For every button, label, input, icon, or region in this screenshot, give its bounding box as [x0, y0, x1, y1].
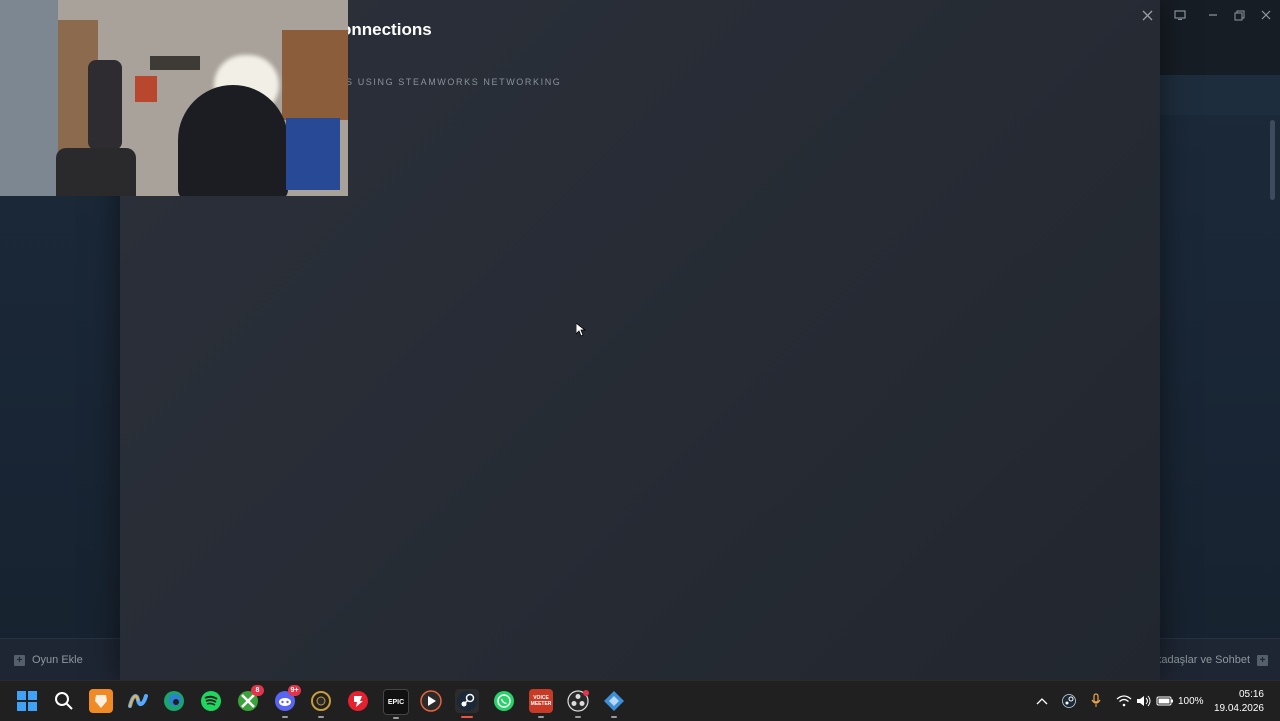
steam-subbar	[1160, 75, 1280, 115]
clock-date: 19.04.2026	[1213, 703, 1264, 714]
battery-icon	[1156, 696, 1173, 706]
snipping-tool-icon[interactable]	[602, 689, 626, 718]
discord-icon[interactable]: 9+	[273, 685, 301, 718]
whatsapp-icon[interactable]	[492, 689, 516, 713]
wifi-icon[interactable]	[1116, 681, 1132, 721]
epic-games-icon[interactable]: EPIC	[383, 689, 409, 719]
steam-icon[interactable]	[455, 689, 479, 718]
discord-badge: 9+	[288, 685, 301, 696]
voicemeeter-label: VOICE MEETER	[530, 695, 552, 707]
add-game-button[interactable]: + Oyun Ekle	[14, 639, 83, 681]
add-game-label: Oyun Ekle	[32, 654, 83, 666]
voicemeeter-icon[interactable]: VOICE MEETER	[529, 689, 553, 718]
microphone-icon[interactable]	[1090, 681, 1102, 721]
epic-games-label: EPIC	[387, 698, 405, 706]
razer-icon[interactable]	[346, 689, 370, 713]
friends-add-icon: +	[1257, 654, 1268, 666]
plus-icon: +	[14, 654, 25, 666]
close-window-icon[interactable]	[1256, 6, 1276, 24]
show-hidden-icons[interactable]	[1036, 681, 1048, 721]
friends-chat-label: kadaşlar ve Sohbet	[1155, 654, 1250, 666]
search-icon[interactable]	[52, 689, 76, 713]
obs-icon[interactable]	[566, 689, 590, 718]
media-player-icon[interactable]	[419, 689, 443, 713]
spotify-icon[interactable]	[199, 689, 223, 713]
dialog-title: onnections	[341, 20, 432, 39]
dialog-subtitle: S USING STEAMWORKS NETWORKING	[346, 77, 562, 87]
friends-chat-button[interactable]: kadaşlar ve Sohbet +	[1156, 639, 1268, 681]
battery-percent: 100%	[1178, 695, 1204, 707]
volume-icon[interactable]	[1136, 681, 1152, 721]
windows-taskbar: 8 9+ EPIC VOICE MEETER 100% 05:16 19.04.…	[0, 680, 1280, 721]
battery-indicator[interactable]: 100%	[1156, 681, 1204, 721]
webcam-overlay	[0, 0, 348, 196]
xbox-badge: 8	[251, 685, 264, 696]
edge-icon[interactable]	[162, 689, 186, 713]
windows-start-icon[interactable]	[15, 689, 39, 713]
taskbar-clock[interactable]: 05:16 19.04.2026	[1214, 688, 1264, 716]
riot-client-icon[interactable]	[309, 689, 333, 718]
restore-icon[interactable]	[1229, 6, 1249, 24]
copilot-icon[interactable]	[126, 689, 150, 713]
xbox-icon[interactable]: 8	[236, 685, 264, 713]
brave-browser-icon[interactable]	[89, 689, 113, 713]
big-picture-icon[interactable]	[1170, 6, 1190, 24]
dialog-close-icon[interactable]	[1138, 6, 1156, 24]
scrollbar-thumb[interactable]	[1270, 120, 1275, 200]
mouse-cursor-icon	[576, 323, 586, 337]
clock-time: 05:16	[1238, 689, 1264, 700]
minimize-icon[interactable]	[1203, 6, 1223, 24]
steam-tray-icon[interactable]	[1062, 681, 1076, 721]
